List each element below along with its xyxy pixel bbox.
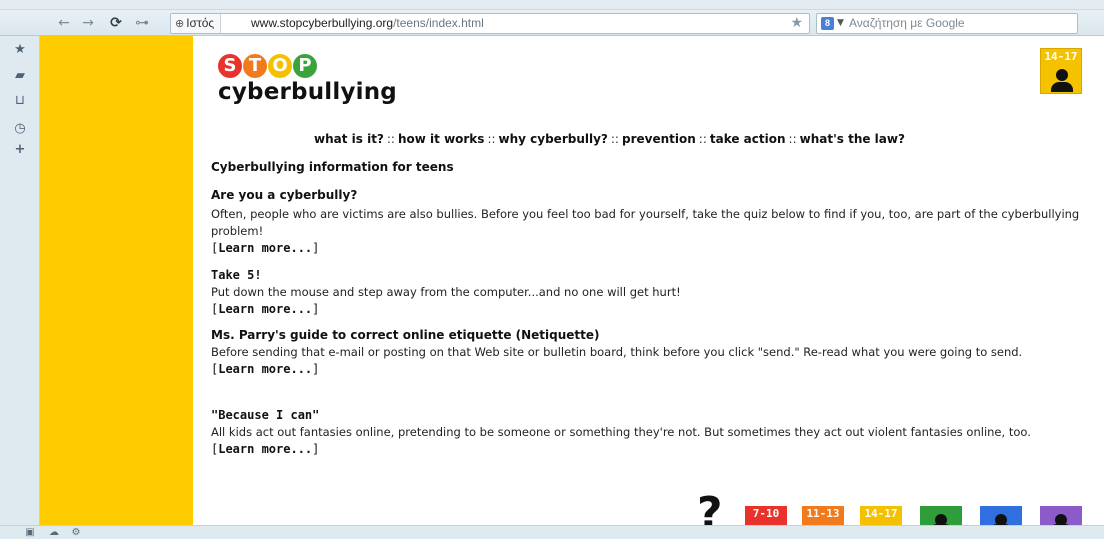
notes-icon[interactable]: ▰ — [12, 68, 28, 84]
age-tile-blue[interactable] — [980, 506, 1022, 525]
nav-prevention[interactable]: prevention — [622, 132, 696, 146]
age-tile-purple[interactable] — [1040, 506, 1082, 525]
article-title: "Because I can" — [211, 408, 320, 422]
stop-cyberbullying-logo[interactable]: STOP cyberbullying — [218, 54, 397, 106]
article-title: Ms. Parry's guide to correct online etiq… — [211, 328, 600, 342]
key-button[interactable]: ⊶ — [132, 14, 152, 32]
article-body: Often, people who are victims are also b… — [211, 207, 1080, 238]
learn-more-label[interactable]: Learn more... — [218, 241, 312, 255]
logo-letter-s: S — [218, 54, 242, 78]
browser-window: ← → ⟳ ⊶ ⊕ Ιστός www.stopcyberbullying.org… — [0, 0, 1104, 539]
logo-letter-p: P — [293, 54, 317, 78]
nav-why-cyberbully[interactable]: why cyberbully? — [499, 132, 608, 146]
article-netiquette: Ms. Parry's guide to correct online etiq… — [211, 328, 1091, 378]
nav-take-action[interactable]: take action — [710, 132, 786, 146]
site-chip-label: Ιστός — [186, 16, 215, 30]
learn-more-label[interactable]: Learn more... — [218, 442, 312, 456]
nav-separator: :: — [610, 132, 619, 146]
url-path: /teens/index.html — [393, 16, 484, 30]
nav-what-is-it[interactable]: what is it? — [314, 132, 384, 146]
article-because-i-can: "Because I can" All kids act out fantasi… — [211, 408, 1091, 458]
age-tile-7-10[interactable]: 7-10 — [745, 506, 787, 525]
nav-separator: :: — [386, 132, 395, 146]
panel-toggle-icon[interactable]: ▣ — [24, 527, 36, 539]
forward-arrow-icon: → — [82, 15, 94, 31]
settings-icon[interactable]: ⚙ — [70, 527, 82, 539]
person-body-icon — [1051, 82, 1073, 92]
nav-separator: :: — [698, 132, 707, 146]
key-icon: ⊶ — [135, 15, 149, 31]
web-page: STOP cyberbullying 14-17 what is it?:: ho… — [40, 36, 1104, 525]
age-tile-label: 7-10 — [752, 507, 780, 520]
url-domain: www.stopcyberbullying.org — [251, 16, 394, 30]
article-take-5: Take 5! Put down the mouse and step away… — [211, 268, 1091, 318]
age-tile-green[interactable] — [920, 506, 962, 525]
globe-icon: ⊕ — [175, 18, 185, 30]
age-badge-14-17[interactable]: 14-17 — [1040, 48, 1082, 94]
learn-more-link[interactable]: [Learn more...] — [211, 301, 1091, 318]
cloud-icon[interactable]: ☁ — [48, 527, 60, 539]
learn-more-label[interactable]: Learn more... — [218, 302, 312, 316]
site-identity-chip[interactable]: ⊕ Ιστός — [171, 14, 222, 33]
history-icon[interactable]: ◷ — [12, 121, 28, 137]
logo-letter-t: T — [243, 54, 267, 78]
age-tile-label: 14-17 — [864, 507, 898, 520]
article-cyberbully: Are you a cyberbully? Often, people who … — [211, 188, 1091, 257]
logo-letter-o: O — [268, 54, 292, 78]
learn-more-label[interactable]: Learn more... — [218, 362, 312, 376]
nav-whats-the-law[interactable]: what's the law? — [800, 132, 905, 146]
age-tile-11-13[interactable]: 11-13 — [802, 506, 844, 525]
search-box[interactable]: 8 ▼ Αναζήτηση με Google — [816, 13, 1078, 34]
search-engine-dropdown-icon[interactable]: ▼ — [837, 14, 844, 33]
age-tile-14-17[interactable]: 14-17 — [860, 506, 902, 525]
main-nav: what is it?:: how it works:: why cyberbull… — [314, 132, 905, 146]
browser-status-bar: ▣ ☁ ⚙ — [0, 525, 1104, 539]
article-body: Put down the mouse and step away from th… — [211, 285, 681, 299]
logo-letters: STOP — [218, 54, 397, 78]
back-button[interactable]: ← — [54, 14, 74, 32]
section-title: Cyberbullying information for teens — [211, 160, 454, 174]
question-mark-graphic: ? — [697, 488, 723, 526]
article-body: Before sending that e-mail or posting on… — [211, 345, 1023, 359]
logo-word: cyberbullying — [218, 79, 397, 105]
forward-button[interactable]: → — [78, 14, 98, 32]
share-icon[interactable]: ⊔ — [12, 93, 28, 109]
person-head-icon — [1056, 69, 1068, 81]
reload-button[interactable]: ⟳ — [106, 14, 126, 32]
url-text[interactable]: www.stopcyberbullying.org/teens/index.ht… — [251, 14, 484, 33]
browser-sidebar: ★ ▰ ⊔ ◷ + — [0, 36, 40, 525]
search-input[interactable]: Αναζήτηση με Google — [849, 14, 965, 33]
age-badge-label: 14-17 — [1044, 50, 1078, 63]
learn-more-link[interactable]: [Learn more...] — [211, 361, 1091, 378]
bookmark-star-icon[interactable]: ★ — [790, 15, 803, 32]
star-icon[interactable]: ★ — [12, 42, 28, 58]
nav-how-it-works[interactable]: how it works — [398, 132, 484, 146]
back-arrow-icon: ← — [58, 15, 70, 31]
page-side-column — [40, 36, 193, 525]
toolbar-top-strip — [0, 0, 1104, 10]
address-bar[interactable]: ⊕ Ιστός www.stopcyberbullying.org/teens/i… — [170, 13, 810, 34]
age-tile-label: 11-13 — [806, 507, 840, 520]
learn-more-link[interactable]: [Learn more...] — [211, 441, 1091, 458]
article-title: Take 5! — [211, 268, 262, 282]
google-icon[interactable]: 8 — [821, 17, 834, 30]
browser-toolbar: ← → ⟳ ⊶ ⊕ Ιστός www.stopcyberbullying.org… — [0, 0, 1104, 36]
add-icon[interactable]: + — [12, 142, 28, 158]
article-body: All kids act out fantasies online, prete… — [211, 425, 1031, 439]
reload-icon: ⟳ — [110, 15, 122, 31]
nav-separator: :: — [788, 132, 797, 146]
article-title: Are you a cyberbully? — [211, 188, 358, 202]
learn-more-link[interactable]: [Learn more...] — [211, 240, 1091, 257]
nav-separator: :: — [487, 132, 496, 146]
